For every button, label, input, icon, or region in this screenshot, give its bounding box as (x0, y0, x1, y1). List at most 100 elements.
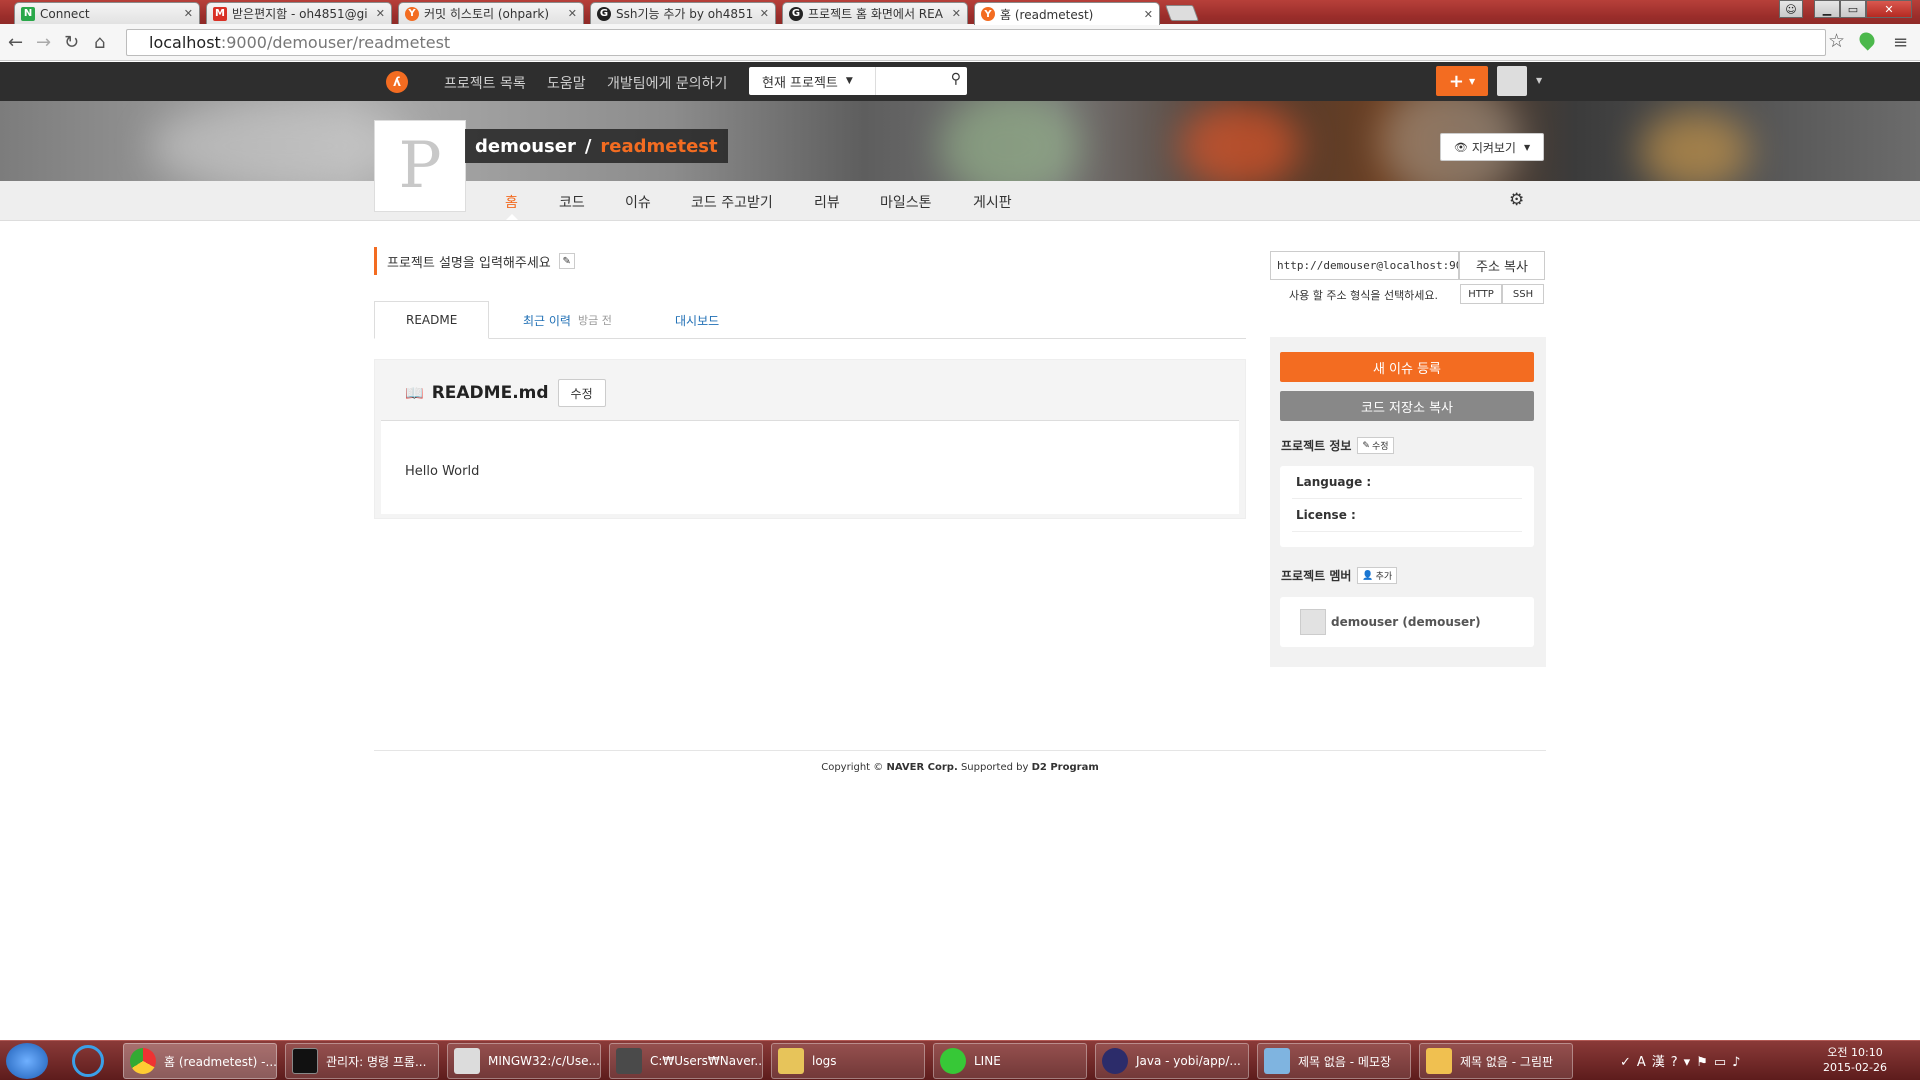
watch-button[interactable]: 👁 지켜보기 ▼ (1440, 133, 1544, 161)
back-icon[interactable]: ← (8, 32, 23, 53)
close-tab-icon[interactable]: ✕ (184, 7, 193, 20)
tab-dashboard[interactable]: 대시보드 (675, 301, 719, 339)
project-scope-select[interactable]: 현재 프로젝트 ▼ (749, 67, 875, 95)
taskbar-item[interactable]: 제목 없음 - 메모장 (1257, 1043, 1411, 1079)
tab-issues[interactable]: 이슈 (625, 192, 651, 212)
hero-bokeh (150, 101, 410, 181)
tab-title: 프로젝트 홈 화면에서 REA (808, 7, 943, 21)
taskbar-item[interactable]: 홈 (readmetest) -... (123, 1043, 277, 1079)
browser-tab[interactable]: G 프로젝트 홈 화면에서 REA ✕ (782, 2, 968, 24)
caret-down-icon[interactable]: ▼ (1536, 76, 1542, 85)
bookmark-star-icon[interactable]: ☆ (1828, 30, 1845, 52)
browser-tab[interactable]: G Ssh기능 추가 by oh4851 ✕ (590, 2, 776, 24)
tab-milestones[interactable]: 마일스톤 (880, 192, 932, 212)
taskbar-item[interactable]: C:₩Users₩Naver... (609, 1043, 763, 1079)
browser-tab[interactable]: Y 커밋 히스토리 (ohpark) ✕ (398, 2, 584, 24)
new-tab-button[interactable] (1165, 5, 1199, 21)
close-tab-icon[interactable]: ✕ (760, 7, 769, 20)
search-icon[interactable]: ⚲ (951, 71, 961, 87)
copy-address-button[interactable]: 주소 복사 (1459, 251, 1545, 280)
add-member-button[interactable]: 👤 추가 (1357, 567, 1398, 584)
nav-help[interactable]: 도움말 (547, 73, 586, 93)
taskbar-item[interactable]: 관리자: 명령 프롬... (285, 1043, 439, 1079)
ssh-toggle[interactable]: SSH (1502, 284, 1544, 304)
clone-url-input[interactable]: http://demouser@localhost:9000/demouser/… (1270, 251, 1459, 280)
create-menu-button[interactable]: + ▼ (1436, 66, 1488, 96)
taskbar-label: Java - yobi/app/... (1136, 1054, 1241, 1068)
member-name[interactable]: demouser (demouser) (1331, 615, 1481, 629)
taskbar-label: 제목 없음 - 그림판 (1460, 1054, 1554, 1069)
fork-repo-button[interactable]: 코드 저장소 복사 (1280, 391, 1534, 421)
tab-favicon-icon: Y (405, 6, 419, 21)
footer-supported: Supported by (960, 762, 1029, 773)
close-tab-icon[interactable]: ✕ (952, 7, 961, 20)
close-tab-icon[interactable]: ✕ (1144, 8, 1153, 21)
taskbar-item[interactable]: logs (771, 1043, 925, 1079)
project-scope-label: 현재 프로젝트 (762, 75, 838, 91)
project-info-title: 프로젝트 정보 (1281, 439, 1352, 453)
close-window-icon[interactable]: ✕ (1866, 0, 1912, 18)
avatar[interactable] (1300, 609, 1326, 635)
browser-toolbar: ← → ↻ ⌂ localhost:9000/demouser/readmete… (0, 24, 1920, 61)
taskbar-item[interactable]: 제목 없음 - 그림판 (1419, 1043, 1573, 1079)
caret-down-icon: ▼ (845, 76, 853, 86)
extension-icon[interactable] (1856, 29, 1878, 51)
forward-icon[interactable]: → (36, 32, 51, 53)
project-logo[interactable]: P (374, 120, 466, 212)
system-tray-icons[interactable]: ✓A漢?▾⚑▭♪ (1620, 1051, 1746, 1070)
gear-icon[interactable]: ⚙ (1509, 190, 1524, 210)
new-issue-button[interactable]: 새 이슈 등록 (1280, 352, 1534, 382)
tab-code[interactable]: 코드 (559, 192, 585, 212)
footer-copyright: Copyright © (821, 762, 884, 773)
close-tab-icon[interactable]: ✕ (376, 7, 385, 20)
ie-icon[interactable] (72, 1045, 104, 1077)
minimize-icon[interactable]: ▁ (1814, 0, 1840, 18)
edit-readme-button[interactable]: 수정 (557, 379, 606, 407)
close-tab-icon[interactable]: ✕ (568, 7, 577, 20)
tab-title: Connect (40, 6, 90, 21)
windows-taskbar: 홈 (readmetest) -... 관리자: 명령 프롬... MINGW3… (0, 1040, 1920, 1080)
edit-label: 수정 (1371, 442, 1389, 452)
clock[interactable]: 오전 10:10 2015-02-26 (1810, 1045, 1900, 1075)
tab-review[interactable]: 리뷰 (814, 192, 840, 212)
user-profile-icon[interactable]: ☺ (1779, 0, 1803, 18)
tab-readme[interactable]: README (374, 301, 490, 339)
user-avatar[interactable] (1497, 66, 1527, 96)
nav-contact-dev[interactable]: 개발팀에게 문의하기 (607, 73, 727, 93)
taskbar-item[interactable]: LINE (933, 1043, 1087, 1079)
reload-icon[interactable]: ↻ (64, 32, 79, 53)
home-icon[interactable]: ⌂ (94, 32, 105, 53)
browser-tab[interactable]: M 받은편지함 - oh4851@gi ✕ (206, 2, 392, 24)
taskbar-label: 관리자: 명령 프롬... (326, 1054, 427, 1069)
address-bar[interactable]: localhost:9000/demouser/readmetest (126, 29, 1826, 56)
taskbar-label: LINE (974, 1054, 1001, 1068)
tab-title: 받은편지함 - oh4851@gi (232, 7, 368, 21)
tab-board[interactable]: 게시판 (973, 192, 1012, 212)
nav-project-list[interactable]: 프로젝트 목록 (444, 73, 526, 93)
taskbar-item[interactable]: Java - yobi/app/... (1095, 1043, 1249, 1079)
tab-recent-history[interactable]: 최근 이력 방금 전 (523, 301, 612, 339)
search-input[interactable]: ⚲ (875, 67, 967, 95)
start-button[interactable] (6, 1043, 48, 1079)
tab-home[interactable]: 홈 (505, 192, 518, 212)
menu-icon[interactable]: ≡ (1893, 32, 1908, 53)
edit-icon[interactable]: ✎ (558, 253, 575, 269)
readme-header: 📖 README.md 수정 (381, 366, 1239, 421)
info-license: License : (1292, 499, 1522, 532)
browser-tab[interactable]: N Connect ✕ (14, 2, 200, 24)
http-toggle[interactable]: HTTP (1460, 284, 1502, 304)
yobi-logo-icon[interactable]: ʎ (386, 71, 408, 93)
project-members-title: 프로젝트 멤버 (1281, 569, 1352, 583)
add-label: 추가 (1375, 572, 1393, 582)
tab-pull-requests[interactable]: 코드 주고받기 (691, 192, 773, 212)
project-owner-link[interactable]: demouser (475, 136, 576, 157)
browser-tab-active[interactable]: Y 홈 (readmetest) ✕ (974, 2, 1160, 25)
taskbar-label: 제목 없음 - 메모장 (1298, 1054, 1392, 1069)
taskbar-item[interactable]: MINGW32:/c/Use... (447, 1043, 601, 1079)
tab-dashboard-label: 대시보드 (675, 313, 720, 328)
site-header: ʎ 프로젝트 목록 도움말 개발팀에게 문의하기 현재 프로젝트 ▼ ⚲ + ▼… (0, 62, 1920, 101)
project-logo-letter: P (398, 129, 442, 203)
maximize-icon[interactable]: ▭ (1840, 0, 1866, 18)
project-name-link[interactable]: readmetest (600, 136, 717, 157)
edit-project-info-button[interactable]: ✎ 수정 (1357, 437, 1394, 454)
